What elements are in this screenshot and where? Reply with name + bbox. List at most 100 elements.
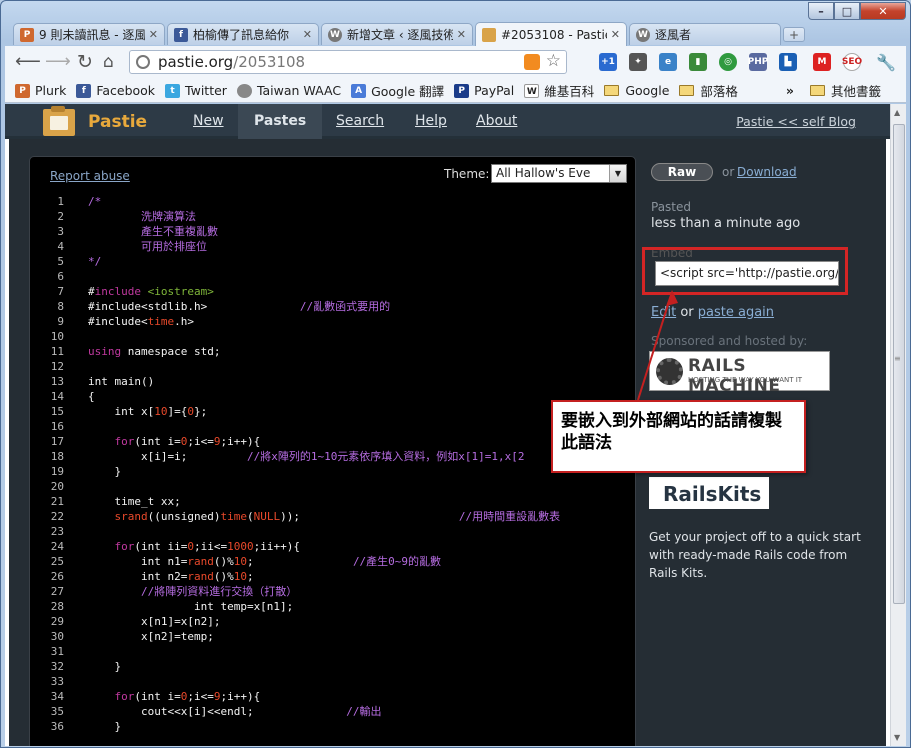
home-icon[interactable]: ⌂ [103, 52, 114, 72]
pastie-logo-icon [43, 106, 75, 136]
php-icon[interactable]: PHP [748, 53, 768, 71]
close-window-button[interactable]: ✕ [860, 2, 906, 20]
code-line: 27 //將陣列資料進行交換（打散） [30, 584, 635, 599]
code-token: //將x陣列的1~10元素依序填入資料，例如x[1]=1,x[2 [246, 450, 525, 463]
edit-link[interactable]: Edit [651, 305, 676, 320]
bookmark-twitter[interactable]: t Twitter [165, 83, 227, 98]
code-line: 5 */ [30, 254, 635, 269]
code-line: 18 x[i]=i; //將x陣列的1~10元素依序填入資料，例如x[1]=1,… [30, 449, 635, 464]
line-number: 9 [57, 315, 64, 328]
tab-pastie[interactable]: #2053108 - Pastie ✕ [475, 22, 627, 46]
extension-icon[interactable]: ✦ [629, 53, 647, 71]
translate-icon: A [351, 83, 367, 98]
nav-search[interactable]: Search [324, 104, 396, 139]
new-tab-button[interactable]: + [783, 27, 805, 42]
rss-icon[interactable] [524, 54, 540, 70]
close-icon[interactable]: ✕ [149, 28, 158, 41]
code-token: */ [88, 255, 102, 268]
star-icon[interactable]: ☆ [546, 51, 561, 71]
extension-icon[interactable]: e [659, 53, 677, 71]
code-token: ;ii<= [193, 540, 228, 553]
address-bar[interactable]: pastie.org/2053108 ☆ [129, 50, 567, 74]
railskits-ad[interactable]: RailsKits [649, 477, 769, 509]
scroll-down-icon[interactable]: ▼ [894, 733, 900, 742]
code-token: 10 [154, 405, 168, 418]
line-number: 24 [50, 540, 64, 553]
close-icon[interactable]: ✕ [303, 28, 312, 41]
code-token: int n1= [88, 555, 188, 568]
code-token: include [94, 285, 141, 298]
tab-strip: P 9 則未讀訊息 - 逐風 ✕ f 柏榆傳了訊息給你 ✕ W 新增文章 ‹ 逐… [13, 22, 805, 46]
facebook-icon: f [76, 83, 92, 98]
code-token: ;ii++){ [253, 540, 300, 553]
nav-pastes[interactable]: Pastes [238, 104, 323, 139]
gmail-icon[interactable]: M [813, 53, 831, 71]
code-line: 35 cout<<x[i]<<endl; //輸出 [30, 704, 635, 719]
code-line: 6 [30, 269, 635, 284]
bookmark-taiwan-waac[interactable]: Taiwan WAAC [236, 83, 341, 98]
minimize-button[interactable]: – [808, 2, 834, 20]
seo-icon[interactable]: SEO [842, 53, 862, 71]
code-line: 31 [30, 644, 635, 659]
bookmark-plurk[interactable]: P Plurk [15, 83, 66, 98]
plusone-icon[interactable]: +1 [599, 53, 617, 71]
railsmachine-ad[interactable]: RAILS MACHINE HOSTING THE WAY YOU WANT I… [649, 351, 830, 396]
line-number: 22 [50, 510, 64, 523]
bookmark-paypal[interactable]: P PayPal [454, 83, 514, 98]
browser-window: – □ ✕ P 9 則未讀訊息 - 逐風 ✕ f 柏榆傳了訊息給你 ✕ W 新增… [0, 0, 911, 748]
code-line: 10 [30, 329, 635, 344]
nav-new[interactable]: New [181, 104, 236, 139]
extension-icon[interactable]: ◎ [719, 53, 737, 71]
tab-plurk[interactable]: P 9 則未讀訊息 - 逐風 ✕ [13, 23, 165, 45]
reload-icon[interactable]: ↻ [77, 52, 93, 72]
theme-select[interactable]: All Hallow's Eve ▼ [491, 164, 627, 183]
maximize-button[interactable]: □ [834, 2, 860, 20]
code-line: 3 產生不重複亂數 [30, 224, 635, 239]
code-token: time_t xx; [88, 495, 181, 508]
wrench-icon[interactable]: 🔧 [876, 53, 896, 72]
folder-icon [810, 85, 825, 96]
line-number: 34 [50, 690, 64, 703]
vertical-scrollbar[interactable]: ▲ ≡ ▼ [890, 104, 906, 746]
line-number: 36 [50, 720, 64, 733]
report-abuse-link[interactable]: Report abuse [50, 169, 130, 183]
code-token: //輸出 [346, 705, 382, 718]
tab-wordpress-new-post[interactable]: W 新增文章 ‹ 逐風技術 ✕ [321, 23, 473, 45]
bookmark-wikipedia[interactable]: W 維基百科 [524, 81, 594, 100]
forward-arrow-icon[interactable]: ⟶ [45, 52, 71, 72]
tab-facebook[interactable]: f 柏榆傳了訊息給你 ✕ [167, 23, 319, 45]
bookmark-folder-google[interactable]: Google [604, 83, 669, 98]
close-icon[interactable]: ✕ [457, 28, 466, 41]
code-line: 29 x[n1]=x[n2]; [30, 614, 635, 629]
bookmark-google-translate[interactable]: A Google 翻譯 [351, 81, 444, 100]
tab-wordpress-site[interactable]: W 逐風者 ✕ [629, 23, 781, 45]
self-blog-link[interactable]: Pastie << self Blog [736, 104, 856, 139]
nav-help[interactable]: Help [403, 104, 459, 139]
bookmark-facebook[interactable]: f Facebook [76, 83, 155, 98]
site-brand[interactable]: Pastie [88, 112, 147, 132]
extension-icon[interactable]: ▙ [779, 53, 797, 71]
line-number: 16 [50, 420, 64, 433]
code-line: 21 time_t xx; [30, 494, 635, 509]
bookmark-folder-blog[interactable]: 部落格 [679, 81, 738, 100]
nav-about[interactable]: About [464, 104, 529, 139]
other-bookmarks-folder[interactable]: 其他書籤 [810, 81, 881, 100]
extension-icon[interactable]: ▮ [689, 53, 707, 71]
code-token: (int ii= [134, 540, 188, 553]
back-arrow-icon[interactable]: ⟵ [15, 52, 41, 72]
line-number: 4 [57, 240, 64, 253]
download-link[interactable]: Download [737, 165, 797, 179]
scroll-up-icon[interactable]: ▲ [894, 108, 900, 117]
folder-icon [679, 85, 695, 96]
wordpress-icon: W [328, 27, 342, 42]
line-number: 15 [50, 405, 64, 418]
bookmarks-overflow-button[interactable]: » [786, 83, 794, 98]
code-line: 17 for(int i=0;i<=9;i++){ [30, 434, 635, 449]
paste-again-link[interactable]: paste again [698, 305, 774, 320]
close-icon[interactable]: ✕ [611, 28, 620, 41]
code-line: 14 { [30, 389, 635, 404]
code-text: } [88, 464, 121, 479]
code-token: ; [246, 570, 254, 583]
scrollbar-thumb[interactable] [893, 124, 905, 604]
raw-button[interactable]: Raw [651, 163, 713, 181]
